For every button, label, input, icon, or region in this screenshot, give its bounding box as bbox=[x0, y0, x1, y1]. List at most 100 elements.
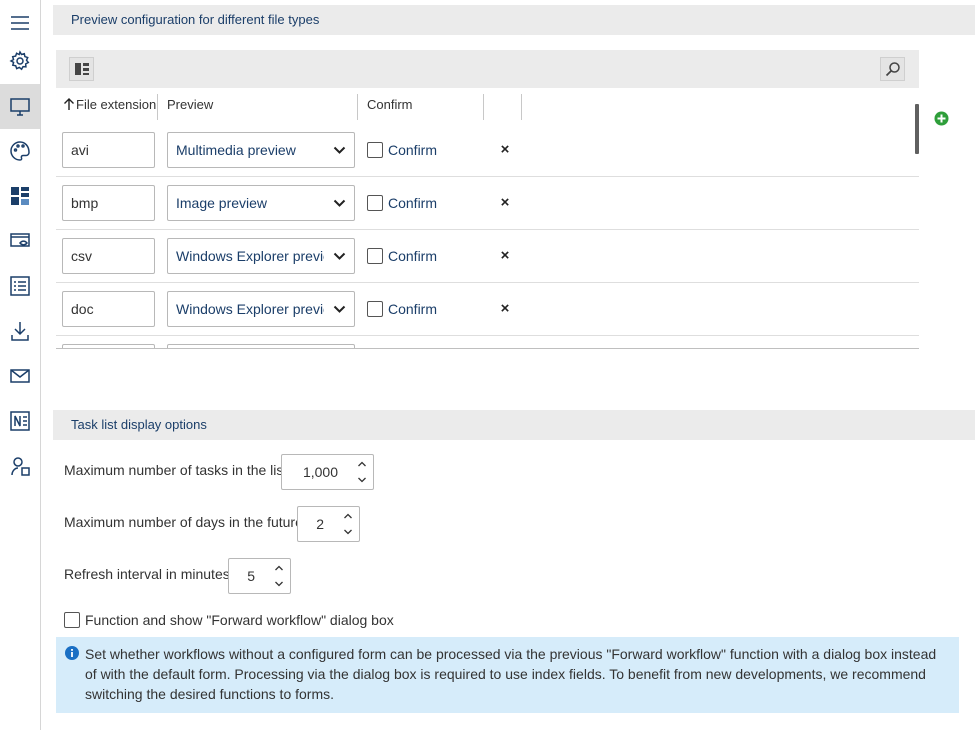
confirm-checkbox[interactable] bbox=[367, 195, 383, 211]
sidebar-item-download[interactable] bbox=[0, 308, 40, 353]
column-divider[interactable] bbox=[357, 94, 358, 120]
preview-select-value: Windows Explorer preview bbox=[176, 301, 324, 317]
column-divider[interactable] bbox=[157, 94, 158, 120]
table-toolbar bbox=[56, 50, 919, 88]
stepper-arrows-icon[interactable] bbox=[343, 511, 353, 537]
column-chooser-button[interactable] bbox=[69, 57, 94, 81]
confirm-checkbox[interactable] bbox=[367, 248, 383, 264]
forward-workflow-option[interactable]: Function and show "Forward workflow" dia… bbox=[64, 612, 394, 628]
max-days-value[interactable]: 2 bbox=[298, 507, 324, 541]
extension-input[interactable]: doc bbox=[62, 291, 155, 327]
column-header-confirm-label: Confirm bbox=[367, 97, 413, 112]
info-message: Set whether workflows without a configur… bbox=[56, 637, 959, 713]
sidebar-item-theme[interactable] bbox=[0, 128, 40, 173]
confirm-checkbox[interactable] bbox=[367, 142, 383, 158]
confirm-checkbox[interactable] bbox=[367, 301, 383, 317]
confirm-label[interactable]: Confirm bbox=[388, 301, 437, 317]
column-header-preview-label: Preview bbox=[167, 97, 214, 112]
max-tasks-value[interactable]: 1,000 bbox=[282, 455, 338, 489]
extension-input[interactable]: avi bbox=[62, 132, 155, 168]
delete-row-button[interactable]: × bbox=[498, 248, 512, 264]
add-row-icon[interactable] bbox=[934, 111, 949, 126]
agent-icon bbox=[11, 456, 30, 476]
extension-input[interactable]: bmp bbox=[62, 185, 155, 221]
info-text: Set whether workflows without a configur… bbox=[85, 646, 937, 702]
delete-row-button[interactable]: × bbox=[498, 142, 512, 158]
preview-select-value: Image preview bbox=[176, 195, 268, 211]
refresh-label: Refresh interval in minutes bbox=[64, 566, 230, 582]
task-section-title: Task list display options bbox=[71, 417, 207, 432]
table-row: csv Windows Explorer preview Confirm × bbox=[56, 230, 919, 283]
preview-select[interactable]: Windows Explorer preview bbox=[167, 238, 355, 274]
task-section-header: Task list display options bbox=[53, 410, 975, 440]
confirm-option[interactable]: Confirm bbox=[367, 246, 437, 266]
sidebar-item-preview[interactable] bbox=[0, 218, 40, 263]
confirm-label[interactable]: Confirm bbox=[388, 248, 437, 264]
chevron-down-icon bbox=[333, 146, 346, 154]
extension-input[interactable] bbox=[62, 344, 155, 348]
menu-icon bbox=[11, 15, 29, 30]
table-row: doc Windows Explorer preview Confirm × bbox=[56, 283, 919, 336]
sidebar-item-display[interactable] bbox=[0, 84, 40, 129]
preview-select[interactable]: Windows Explorer preview bbox=[167, 291, 355, 327]
column-header-extension-label: File extension bbox=[76, 97, 157, 112]
column-divider[interactable] bbox=[521, 94, 522, 120]
search-icon bbox=[885, 62, 900, 77]
chevron-down-icon bbox=[333, 252, 346, 260]
forward-workflow-checkbox[interactable] bbox=[64, 612, 80, 628]
column-header-confirm[interactable]: Confirm bbox=[367, 92, 413, 120]
delete-row-button[interactable]: × bbox=[498, 301, 512, 317]
palette-icon bbox=[10, 140, 30, 161]
preview-select[interactable] bbox=[167, 344, 355, 348]
sidebar-item-agent[interactable] bbox=[0, 443, 40, 488]
column-divider[interactable] bbox=[483, 94, 484, 120]
sidebar-item-settings[interactable] bbox=[0, 38, 40, 83]
forward-workflow-label[interactable]: Function and show "Forward workflow" dia… bbox=[85, 612, 394, 628]
confirm-option[interactable]: Confirm bbox=[367, 193, 437, 213]
table-row: bmp Image preview Confirm × bbox=[56, 177, 919, 230]
table-header: File extension Preview Confirm bbox=[56, 92, 919, 120]
table-scrollbar[interactable] bbox=[915, 104, 919, 154]
file-type-table: avi Multimedia preview Confirm × bmp Ima… bbox=[56, 124, 919, 349]
column-header-extension[interactable]: File extension bbox=[62, 92, 156, 120]
refresh-stepper[interactable]: 5 bbox=[228, 558, 291, 594]
sidebar-item-onenote[interactable] bbox=[0, 398, 40, 443]
confirm-label[interactable]: Confirm bbox=[388, 142, 437, 158]
sidebar-item-dashboard[interactable] bbox=[0, 173, 40, 218]
preview-select[interactable]: Multimedia preview bbox=[167, 132, 355, 168]
preview-eye-icon bbox=[10, 232, 30, 247]
download-icon bbox=[11, 321, 29, 341]
table-row: avi Multimedia preview Confirm × bbox=[56, 124, 919, 177]
dashboard-icon bbox=[11, 186, 29, 205]
info-icon bbox=[65, 646, 79, 660]
max-tasks-stepper[interactable]: 1,000 bbox=[281, 454, 374, 490]
mail-icon bbox=[10, 368, 30, 383]
onenote-icon bbox=[10, 410, 30, 431]
arrow-up-icon bbox=[64, 98, 74, 110]
refresh-value[interactable]: 5 bbox=[229, 559, 255, 593]
delete-row-button[interactable]: × bbox=[498, 195, 512, 211]
preview-select-value: Windows Explorer preview bbox=[176, 248, 324, 264]
stepper-arrows-icon[interactable] bbox=[274, 563, 284, 589]
max-tasks-label: Maximum number of tasks in the list bbox=[64, 462, 288, 478]
confirm-option[interactable]: Confirm bbox=[367, 299, 437, 319]
list-icon bbox=[10, 275, 30, 296]
chevron-down-icon bbox=[333, 305, 346, 313]
preview-section-title: Preview configuration for different file… bbox=[71, 12, 320, 27]
max-days-stepper[interactable]: 2 bbox=[297, 506, 360, 542]
sidebar-item-mail[interactable] bbox=[0, 353, 40, 398]
preview-select[interactable]: Image preview bbox=[167, 185, 355, 221]
stepper-arrows-icon[interactable] bbox=[357, 459, 367, 485]
confirm-option[interactable]: Confirm bbox=[367, 140, 437, 160]
extension-input[interactable]: csv bbox=[62, 238, 155, 274]
search-button[interactable] bbox=[880, 57, 905, 81]
sidebar-item-list[interactable] bbox=[0, 263, 40, 308]
gear-icon bbox=[9, 49, 30, 70]
preview-section-header: Preview configuration for different file… bbox=[53, 5, 975, 35]
sidebar bbox=[0, 0, 41, 730]
monitor-icon bbox=[10, 97, 30, 116]
confirm-label[interactable]: Confirm bbox=[388, 195, 437, 211]
max-days-label: Maximum number of days in the future bbox=[64, 514, 303, 530]
column-header-preview[interactable]: Preview bbox=[167, 92, 213, 120]
table-row-partial bbox=[56, 336, 919, 348]
